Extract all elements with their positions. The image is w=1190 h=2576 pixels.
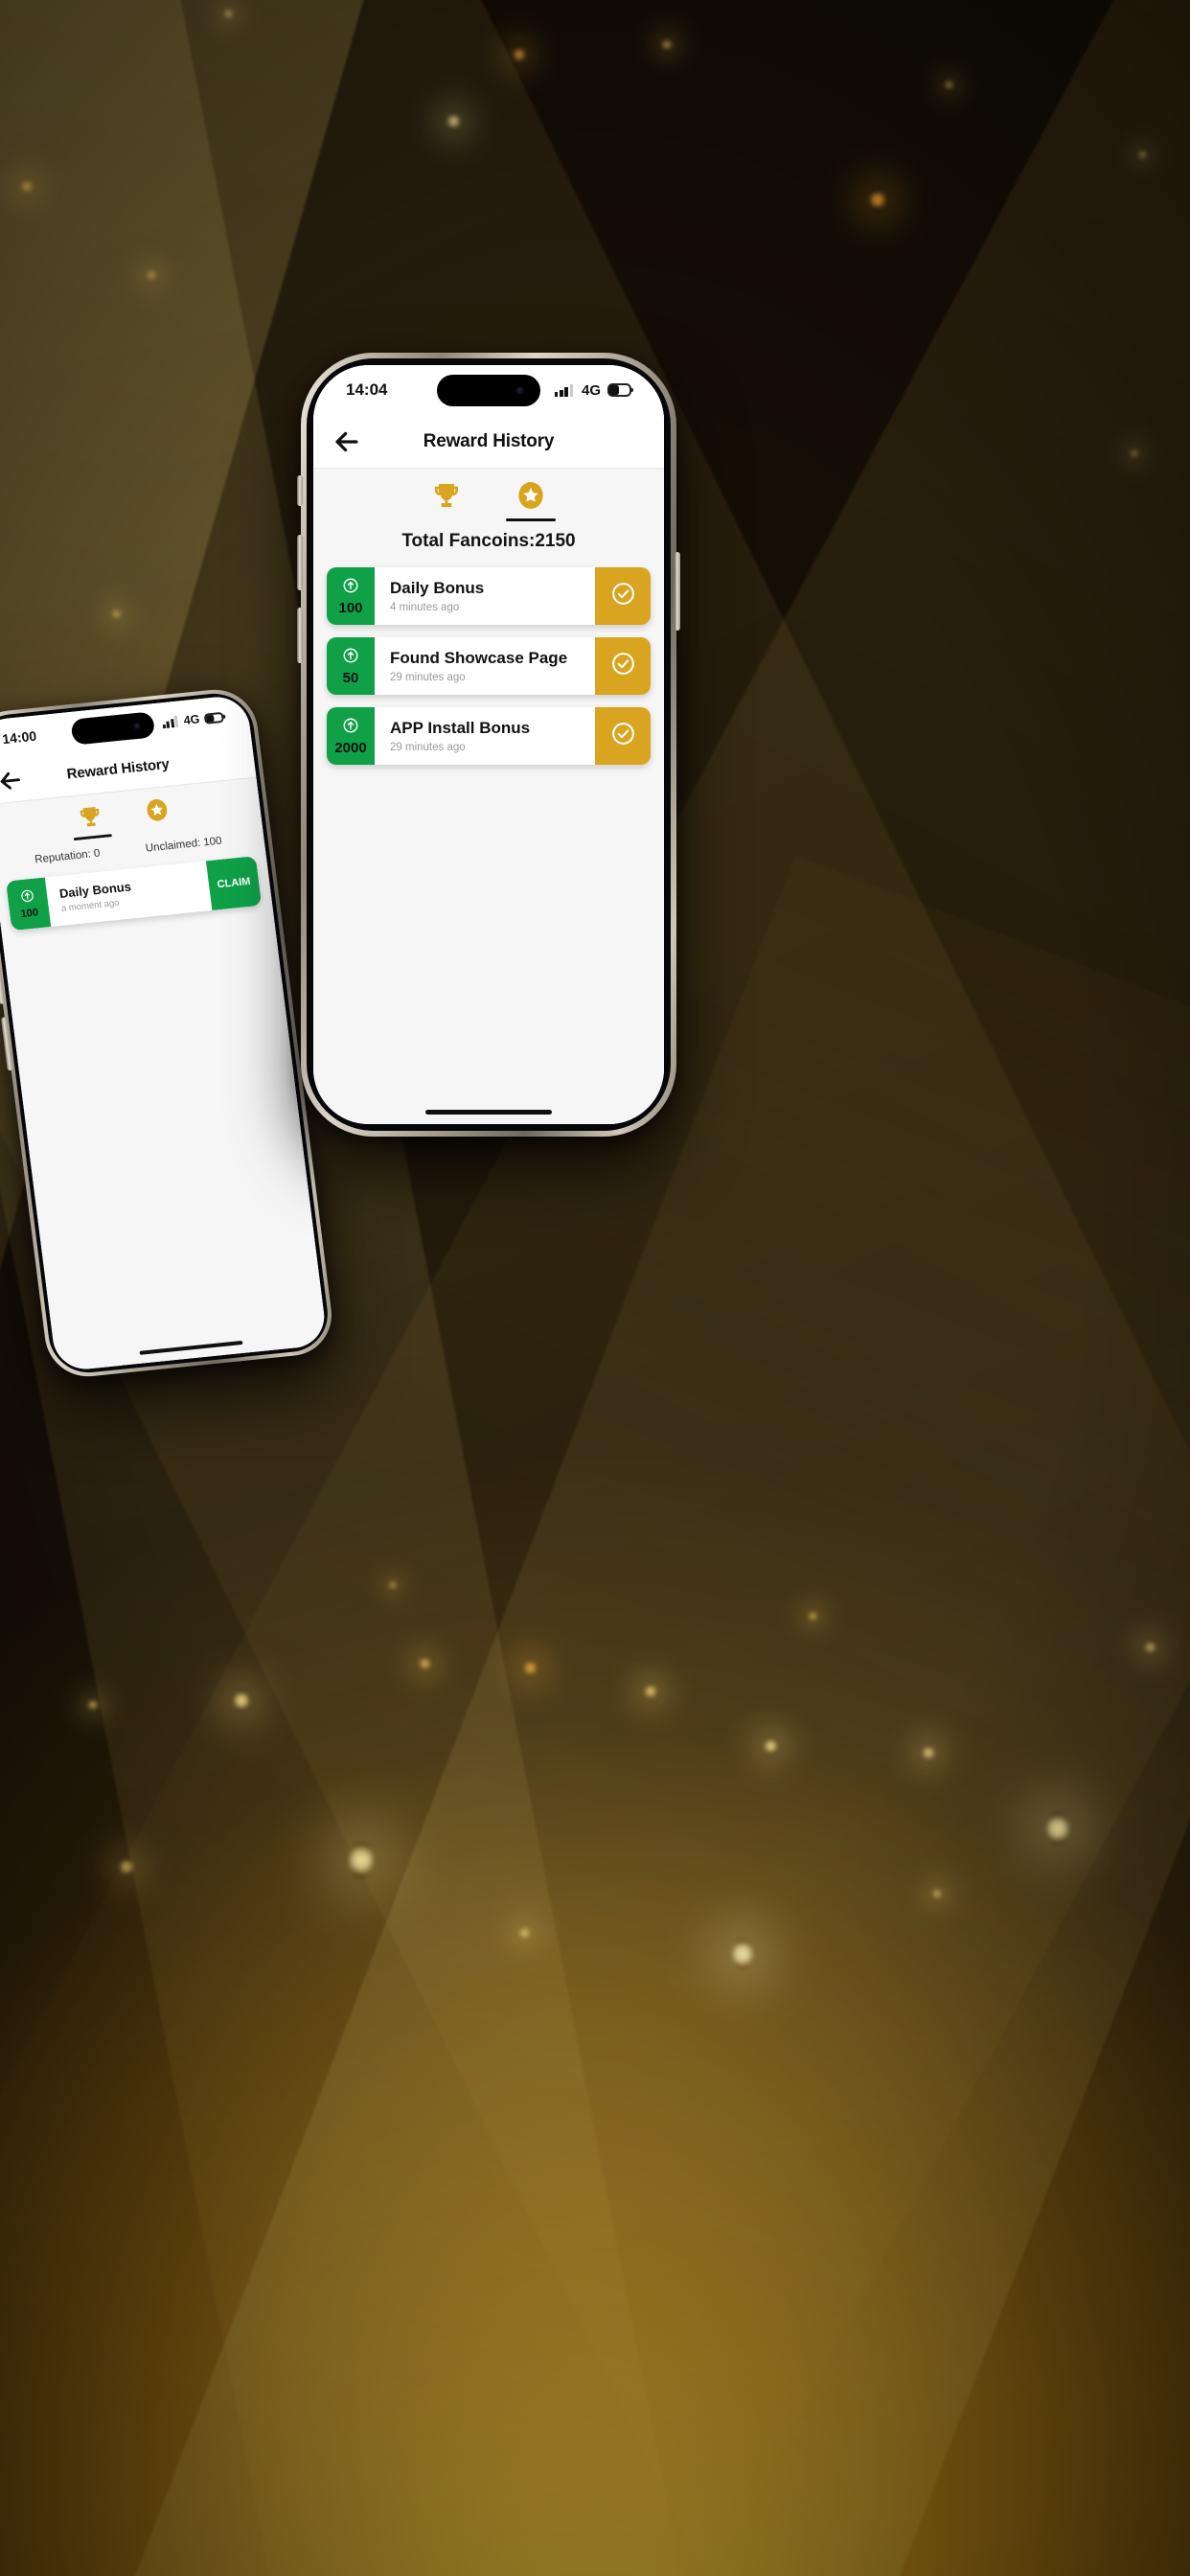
reward-card[interactable]: 2000 APP Install Bonus 29 minutes ago bbox=[327, 707, 651, 766]
reward-amount-badge: 100 bbox=[327, 567, 375, 626]
trophy-icon bbox=[431, 480, 462, 511]
star-badge-icon bbox=[515, 480, 546, 511]
navigation-bar: Reward History bbox=[313, 415, 664, 469]
reward-card[interactable]: 50 Found Showcase Page 29 minutes ago bbox=[327, 637, 651, 696]
home-indicator[interactable] bbox=[425, 1110, 552, 1115]
cellular-signal-icon bbox=[162, 715, 180, 728]
reward-time: 29 minutes ago bbox=[390, 742, 466, 754]
total-fancoins-label: Total Fancoins:2150 bbox=[401, 531, 576, 552]
reward-title: Found Showcase Page bbox=[390, 649, 568, 668]
front-camera-icon bbox=[133, 722, 142, 730]
check-circle-icon bbox=[610, 581, 636, 611]
volume-up-button[interactable] bbox=[297, 535, 303, 590]
tab-fancoins[interactable] bbox=[136, 795, 178, 833]
front-camera-icon bbox=[515, 386, 524, 395]
reward-card[interactable]: 100 Daily Bonus 4 minutes ago bbox=[327, 567, 651, 626]
reward-amount: 50 bbox=[342, 669, 359, 686]
arrow-up-circle-icon bbox=[342, 717, 359, 739]
reward-info: APP Install Bonus 29 minutes ago bbox=[375, 707, 595, 765]
dynamic-island bbox=[437, 375, 540, 406]
battery-icon bbox=[607, 383, 634, 397]
reward-time: 29 minutes ago bbox=[390, 672, 466, 684]
mute-switch[interactable] bbox=[297, 475, 303, 506]
arrow-left-icon[interactable] bbox=[0, 765, 27, 796]
status-bar-time: 14:00 bbox=[1, 727, 37, 748]
tab-reputation[interactable] bbox=[70, 802, 112, 840]
claimed-button[interactable] bbox=[595, 707, 651, 766]
tab-reputation[interactable] bbox=[422, 480, 471, 521]
reward-time: 4 minutes ago bbox=[390, 602, 460, 614]
volume-down-button[interactable] bbox=[297, 608, 303, 663]
total-row: Total Fancoins:2150 bbox=[313, 521, 664, 553]
reward-info: Found Showcase Page 29 minutes ago bbox=[375, 637, 595, 695]
reward-title: Daily Bonus bbox=[390, 579, 485, 598]
phone-mockup-primary: 14:04 4G Reward History Total Fancoins:2… bbox=[297, 353, 680, 1137]
claimed-button[interactable] bbox=[595, 567, 651, 626]
network-type-label: 4G bbox=[581, 381, 601, 399]
reward-amount: 100 bbox=[19, 906, 39, 920]
page-title: Reward History bbox=[423, 430, 555, 451]
network-type-label: 4G bbox=[182, 712, 201, 727]
battery-icon bbox=[203, 711, 224, 724]
cellular-signal-icon bbox=[554, 383, 575, 397]
status-bar: 14:04 4G bbox=[313, 365, 664, 415]
reward-amount: 2000 bbox=[334, 739, 367, 756]
reward-info: Daily Bonus 4 minutes ago bbox=[375, 567, 595, 625]
reward-amount: 100 bbox=[338, 599, 363, 616]
tab-fancoins[interactable] bbox=[506, 480, 556, 522]
arrow-up-circle-icon bbox=[342, 647, 359, 669]
trophy-icon bbox=[77, 803, 104, 830]
app-screen: 14:04 4G Reward History Total Fancoins:2… bbox=[313, 365, 664, 1124]
claim-button[interactable]: CLAIM bbox=[205, 855, 263, 910]
check-circle-icon bbox=[610, 721, 636, 751]
claimed-button[interactable] bbox=[595, 637, 651, 696]
reward-info: Daily Bonus a moment ago bbox=[45, 861, 213, 927]
arrow-up-circle-icon bbox=[19, 887, 35, 907]
phone-screen: 14:04 4G Reward History Total Fancoins:2… bbox=[313, 365, 664, 1124]
status-bar-time: 14:04 bbox=[346, 380, 388, 399]
reward-amount-badge: 100 bbox=[5, 877, 52, 931]
status-bar-indicators: 4G bbox=[162, 710, 224, 729]
status-bar-indicators: 4G bbox=[554, 381, 634, 399]
reward-title: APP Install Bonus bbox=[390, 719, 531, 738]
star-badge-icon bbox=[143, 796, 171, 823]
tab-bar bbox=[313, 469, 664, 522]
check-circle-icon bbox=[610, 651, 636, 681]
reward-list: 100 Daily Bonus 4 minutes ago 50 Found S… bbox=[313, 552, 664, 1124]
power-button[interactable] bbox=[675, 552, 680, 631]
reward-card[interactable]: 100 Daily Bonus a moment ago CLAIM bbox=[5, 855, 263, 931]
arrow-up-circle-icon bbox=[342, 577, 359, 599]
reward-amount-badge: 2000 bbox=[327, 707, 375, 766]
dynamic-island bbox=[70, 711, 156, 746]
arrow-left-icon[interactable] bbox=[331, 426, 363, 458]
reward-amount-badge: 50 bbox=[327, 637, 375, 696]
